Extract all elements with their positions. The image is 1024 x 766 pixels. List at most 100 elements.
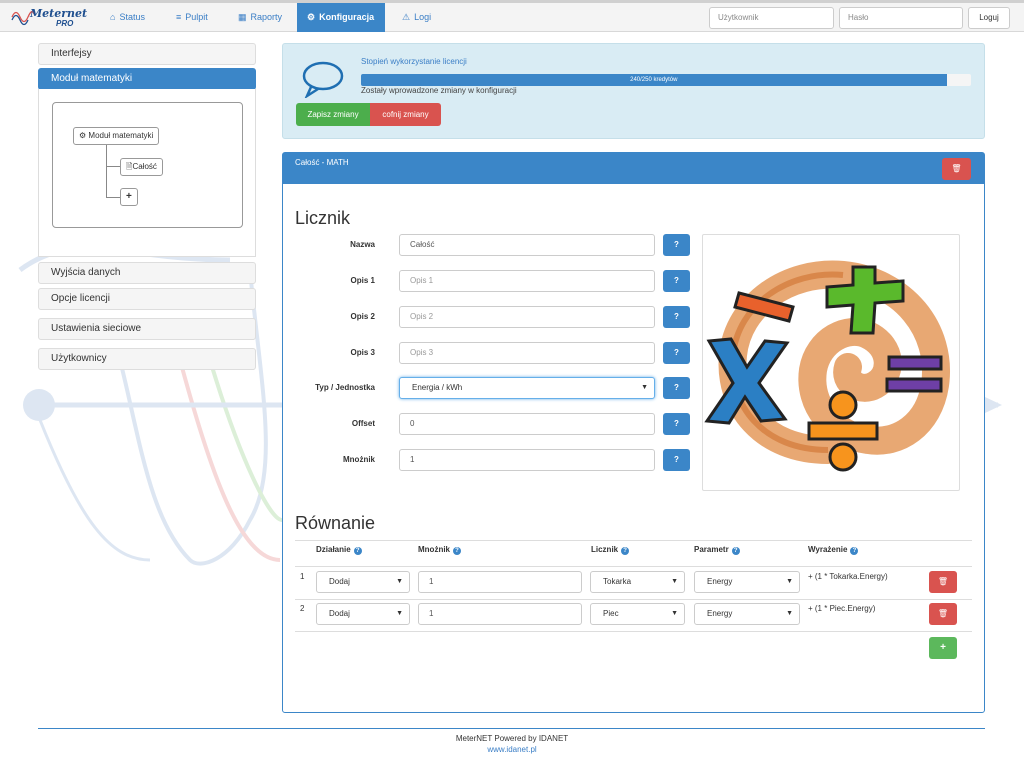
sidebar-item-uzytkownicy[interactable]: Użytkownicy bbox=[38, 348, 256, 370]
license-progress-fill: 240/250 kredytów bbox=[361, 74, 947, 86]
typ-jednostka-select[interactable]: Energia / kWh ▼ bbox=[399, 377, 655, 399]
sidebar-item-ustawienia-sieciowe[interactable]: Ustawienia sieciowe bbox=[38, 318, 256, 340]
delete-counter-button[interactable]: 🗑 bbox=[942, 158, 971, 180]
password-input[interactable]: Hasło bbox=[839, 7, 963, 29]
field-label-nazwa: Nazwa bbox=[350, 240, 375, 249]
parameter-select[interactable]: Energy ▼ bbox=[694, 571, 800, 593]
expression-text: + (1 * Tokarka.Energy) bbox=[808, 572, 888, 581]
help-icon[interactable]: ? bbox=[621, 547, 630, 555]
operation-select[interactable]: Dodaj ▼ bbox=[316, 571, 410, 593]
config-changed-message: Zostały wprowadzone zmiany w konfiguracj… bbox=[361, 86, 517, 95]
nav-raporty[interactable]: ▦ Raporty bbox=[228, 3, 292, 32]
caret-down-icon: ▼ bbox=[641, 384, 648, 391]
sidebar-item-interfejsy[interactable]: Interfejsy bbox=[38, 43, 256, 65]
module-tree: ⚙ Moduł matematyki 🗎Całość + bbox=[52, 102, 243, 228]
licznik-heading: Licznik bbox=[295, 208, 351, 228]
license-panel: Stopień wykorzystanie licencji 240/250 k… bbox=[282, 43, 985, 139]
sidebar-item-modul-matematyki[interactable]: Moduł matematyki bbox=[38, 68, 256, 90]
mnoznik-input[interactable]: 1 bbox=[399, 449, 655, 471]
parameter-select[interactable]: Energy ▼ bbox=[694, 603, 800, 625]
rownanie-heading: Równanie bbox=[295, 513, 376, 533]
tree-add-button[interactable]: + bbox=[120, 188, 138, 206]
col-header-licznik: Licznik? bbox=[591, 545, 630, 555]
help-button-offset[interactable]: ? bbox=[663, 413, 690, 435]
panel-header: Całość - MATH bbox=[283, 153, 984, 184]
field-label-opis2: Opis 2 bbox=[350, 312, 375, 321]
save-changes-button[interactable]: Zapisz zmiany bbox=[296, 103, 370, 126]
col-header-dzialanie: Działanie? bbox=[316, 545, 362, 555]
field-label-opis1: Opis 1 bbox=[350, 276, 375, 285]
help-icon[interactable]: ? bbox=[850, 547, 859, 555]
panel-title: Całość - MATH bbox=[295, 158, 349, 167]
trash-icon: 🗑 bbox=[951, 164, 962, 173]
row-number: 2 bbox=[300, 604, 305, 613]
list-icon: ≡ bbox=[176, 12, 182, 22]
help-button-nazwa[interactable]: ? bbox=[663, 234, 690, 256]
logo-subtext: PRO bbox=[56, 19, 74, 28]
username-input[interactable]: Użytkownik bbox=[709, 7, 834, 29]
chart-icon: ▦ bbox=[238, 12, 247, 22]
sidebar-item-wyjscia-danych[interactable]: Wyjścia danych bbox=[38, 262, 256, 284]
help-icon[interactable]: ? bbox=[353, 547, 362, 555]
trash-icon: 🗑 bbox=[937, 577, 949, 586]
revert-changes-button[interactable]: cofnij zmiany bbox=[370, 103, 441, 126]
add-row-button[interactable]: + bbox=[929, 637, 957, 659]
speech-bubble-icon bbox=[302, 61, 344, 98]
footer: MeterNET Powered by IDANET www.idanet.pl bbox=[0, 728, 1024, 766]
tree-child-node[interactable]: 🗎Całość bbox=[120, 158, 163, 176]
caret-down-icon: ▼ bbox=[396, 578, 403, 585]
expression-text: + (1 * Piec.Energy) bbox=[808, 604, 876, 613]
module-tree-panel: ⚙ Moduł matematyki 🗎Całość + bbox=[38, 89, 256, 257]
col-header-parametr: Parametr? bbox=[694, 545, 740, 555]
offset-input[interactable]: 0 bbox=[399, 413, 655, 435]
math-symbols-illustration bbox=[704, 260, 950, 472]
home-icon: ⌂ bbox=[110, 12, 116, 22]
field-label-opis3: Opis 3 bbox=[350, 348, 375, 357]
login-button[interactable]: Loguj bbox=[968, 7, 1010, 29]
help-button-opis3[interactable]: ? bbox=[663, 342, 690, 364]
opis3-input[interactable]: Opis 3 bbox=[399, 342, 655, 364]
field-label-mnoznik: Mnożnik bbox=[343, 455, 375, 464]
tree-root-node[interactable]: ⚙ Moduł matematyki bbox=[73, 127, 160, 145]
counter-select[interactable]: Piec ▼ bbox=[590, 603, 685, 625]
caret-down-icon: ▼ bbox=[396, 610, 403, 617]
footer-powered-by: MeterNET Powered by IDANET bbox=[455, 734, 569, 743]
help-button-opis2[interactable]: ? bbox=[663, 306, 690, 328]
operation-select[interactable]: Dodaj ▼ bbox=[316, 603, 410, 625]
nav-konfiguracja[interactable]: ⚙ Konfiguracja bbox=[297, 3, 385, 32]
sidebar-item-opcje-licencji[interactable]: Opcje licencji bbox=[38, 288, 256, 310]
delete-row-button[interactable]: 🗑 bbox=[929, 603, 957, 625]
caret-down-icon: ▼ bbox=[786, 578, 793, 585]
field-label-offset: Offset bbox=[351, 419, 375, 428]
opis1-input[interactable]: Opis 1 bbox=[399, 270, 655, 292]
nav-logi[interactable]: ⚠ Logi bbox=[392, 3, 441, 32]
opis2-input[interactable]: Opis 2 bbox=[399, 306, 655, 328]
field-label-typ: Typ / Jednostka bbox=[315, 383, 375, 392]
counter-panel: Całość - MATH 🗑 Licznik Nazwa Całość ? O… bbox=[282, 152, 985, 713]
meternet-logo[interactable]: Meternet PRO bbox=[10, 6, 87, 30]
trash-icon: 🗑 bbox=[937, 609, 949, 618]
help-icon[interactable]: ? bbox=[453, 547, 461, 555]
help-button-opis1[interactable]: ? bbox=[663, 270, 690, 292]
help-icon[interactable]: ? bbox=[731, 547, 740, 555]
gear-icon: ⚙ bbox=[79, 131, 87, 140]
top-navbar: Meternet PRO ⌂ Status ≡ Pulpit ▦ Raporty ⚙ K… bbox=[0, 0, 1024, 32]
col-header-mnoznik: Mnożnik? bbox=[418, 545, 461, 555]
multiplier-input[interactable]: 1 bbox=[418, 603, 582, 625]
delete-row-button[interactable]: 🗑 bbox=[929, 571, 957, 593]
caret-down-icon: ▼ bbox=[671, 578, 678, 585]
help-button-mnoznik[interactable]: ? bbox=[663, 449, 690, 471]
help-button-typ[interactable]: ? bbox=[663, 377, 690, 399]
nav-status[interactable]: ⌂ Status bbox=[100, 3, 155, 32]
row-number: 1 bbox=[300, 572, 305, 581]
math-module-image bbox=[702, 234, 960, 491]
gear-icon: ⚙ bbox=[307, 12, 316, 22]
caret-down-icon: ▼ bbox=[671, 610, 678, 617]
warning-icon: ⚠ bbox=[402, 12, 411, 22]
footer-link[interactable]: www.idanet.pl bbox=[0, 745, 1024, 754]
nazwa-input[interactable]: Całość bbox=[399, 234, 655, 256]
license-label: Stopień wykorzystanie licencji bbox=[361, 57, 467, 66]
counter-select[interactable]: Tokarka ▼ bbox=[590, 571, 685, 593]
nav-pulpit[interactable]: ≡ Pulpit bbox=[166, 3, 218, 32]
multiplier-input[interactable]: 1 bbox=[418, 571, 582, 593]
